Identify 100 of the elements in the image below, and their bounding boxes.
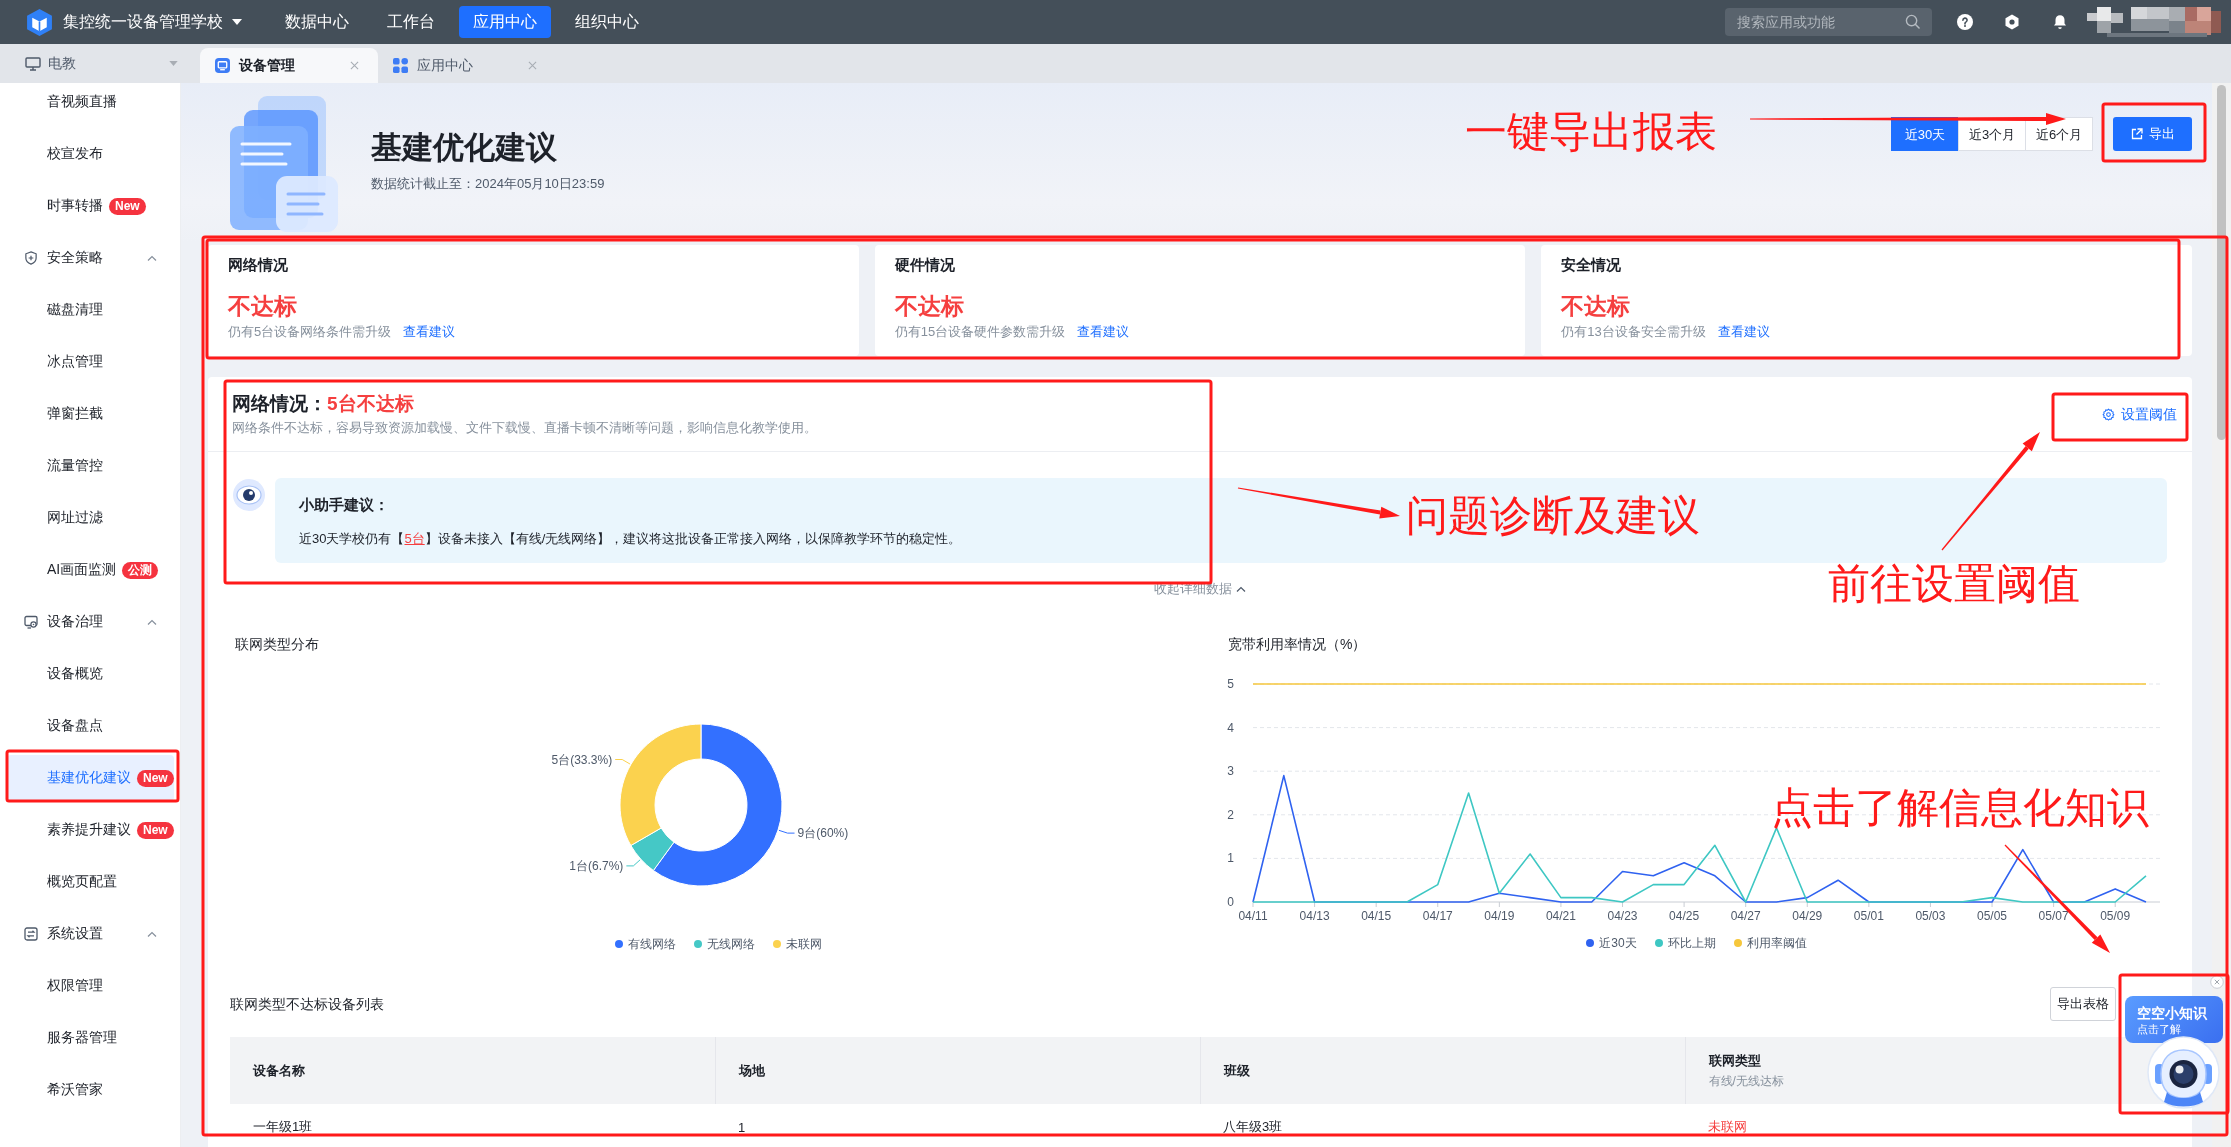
axis-label: 1 [1227, 851, 1234, 866]
section-title: 网络情况： [232, 393, 327, 414]
annotation-text: 点击了解信息化知识 [1771, 783, 2149, 833]
card-status: 不达标 [894, 292, 964, 320]
sidebar-item[interactable]: 服务器管理 [7, 1015, 174, 1061]
axis-label: 4 [1227, 720, 1234, 735]
export-table-button[interactable]: 导出表格 [2050, 987, 2116, 1021]
page-tab[interactable]: 应用中心 [378, 48, 556, 83]
monitor-icon [25, 56, 41, 71]
legend-label: 环比上期 [1667, 935, 1716, 952]
nav-tab[interactable]: 组织中心 [561, 6, 653, 38]
axis-label: 04/19 [1484, 909, 1515, 923]
view-advice-link[interactable]: 查看建议 [1077, 323, 1130, 341]
sidebar-item[interactable]: 素养提升建议 New [7, 807, 174, 853]
sidebar-item[interactable]: 音视频直播 [7, 83, 174, 125]
legend-label: 有线网络 [627, 936, 676, 953]
annotation-text: 问题诊断及建议 [1406, 491, 1700, 541]
table-cell: 八年级3班 [1200, 1104, 1685, 1147]
axis-label: 3 [1227, 764, 1234, 779]
sidebar-item[interactable]: 设备概览 [7, 651, 174, 697]
sidebar-item[interactable]: 网址过滤 [7, 495, 174, 541]
slice-label: 9台(60%) [797, 826, 849, 841]
legend-label: 无线网络 [706, 936, 755, 953]
grid-icon [393, 58, 408, 73]
sidebar-group[interactable]: 设备治理 [7, 599, 174, 645]
view-advice-link[interactable]: 查看建议 [403, 323, 456, 341]
bell-icon[interactable] [2052, 14, 2068, 30]
scrollbar-thumb[interactable] [2217, 85, 2226, 440]
sidebar-item[interactable]: 磁盘清理 [7, 287, 174, 333]
search-icon[interactable] [1905, 14, 1920, 29]
leader-line [778, 829, 796, 834]
axis-label: 05/05 [1977, 909, 2008, 923]
close-icon[interactable] [350, 61, 359, 70]
legend-label: 近30天 [1599, 935, 1637, 952]
data-cutoff-text: 数据统计截止至：2024年05月10日23:59 [371, 175, 605, 193]
axis-label: 05/01 [1853, 909, 1884, 923]
axis-label: 05/03 [1915, 909, 1946, 923]
card-status: 不达标 [228, 292, 297, 320]
transfer-icon [24, 927, 38, 941]
sidebar-item[interactable]: 冰点管理 [7, 339, 174, 385]
card-title: 硬件情况 [894, 255, 955, 275]
workspace-selector[interactable]: 电教 [0, 44, 200, 83]
card-title: 安全情况 [1561, 255, 1622, 275]
card-description: 仍有15台设备硬件参数需升级 [894, 323, 1066, 341]
help-icon[interactable] [1957, 14, 1973, 30]
sidebar-group[interactable]: 系统设置 [7, 911, 174, 957]
search-field[interactable]: 搜索应用或功能 [1725, 8, 1932, 36]
nav-tab[interactable]: 数据中心 [271, 6, 363, 38]
axis-label: 04/17 [1422, 909, 1453, 923]
axis-label: 5 [1227, 677, 1234, 691]
page-tab[interactable]: 设备管理 [200, 48, 378, 83]
card-title: 网络情况 [228, 255, 288, 275]
sidebar-item[interactable]: AI画面监测 公测 [7, 547, 174, 593]
tag-badge: New [109, 197, 146, 215]
annotation-text: 前往设置阈值 [1828, 559, 2080, 609]
chart-title: 联网类型分布 [235, 635, 319, 654]
sidebar-item[interactable]: 权限管理 [7, 963, 174, 1009]
leader-line [625, 859, 641, 867]
sidebar-item[interactable]: 弹窗拦截 [7, 391, 174, 437]
sidebar-item[interactable]: 设备盘点 [7, 703, 174, 749]
robot-icon[interactable] [2145, 1036, 2222, 1109]
sidebar-item[interactable]: 流量管控 [7, 443, 174, 489]
sidebar-group[interactable]: 安全策略 [7, 235, 174, 281]
axis-label: 04/23 [1607, 909, 1638, 923]
nav-tab[interactable]: 工作台 [373, 6, 449, 38]
sidebar-item[interactable]: 概览页配置 [7, 859, 174, 905]
caret-icon [232, 19, 242, 25]
column-header: 场地 [715, 1037, 1200, 1104]
axis-label: 04/29 [1792, 909, 1823, 923]
sidebar-item[interactable]: 希沃管家 [7, 1067, 174, 1113]
range-option[interactable]: 近6个月 [2025, 117, 2093, 151]
legend-label: 利用率阈值 [1746, 935, 1807, 952]
export-button[interactable]: 导出 [2113, 117, 2192, 151]
tag-badge: New [137, 821, 174, 839]
slice-label: 1台(6.7%) [569, 858, 624, 873]
axis-label: 2 [1227, 807, 1234, 822]
chart-title: 宽带利用率情况（%） [1228, 635, 1367, 654]
annotation-text: 一键导出报表 [1465, 107, 1717, 157]
range-option[interactable]: 近30天 [1891, 117, 1959, 151]
table-cell: 一年级1班 [230, 1104, 715, 1147]
tag-badge: New [137, 769, 174, 787]
column-header: 设备名称 [230, 1037, 715, 1104]
settings-icon[interactable] [2004, 14, 2020, 30]
axis-label: 04/21 [1545, 909, 1576, 923]
school-selector[interactable]: 集控统一设备管理学校 [63, 11, 242, 33]
axis-label: 0 [1227, 895, 1234, 909]
view-advice-link[interactable]: 查看建议 [1717, 323, 1770, 341]
close-icon[interactable] [2210, 975, 2224, 989]
shield-icon [24, 251, 38, 265]
axis-label: 04/11 [1238, 909, 1268, 923]
settings-link[interactable]: 设置阈值 [2102, 405, 2177, 424]
card-status: 不达标 [1561, 292, 1631, 320]
sidebar-item[interactable]: 时事转播 New [7, 183, 174, 229]
axis-label: 04/27 [1730, 909, 1761, 923]
card-description: 仍有5台设备网络条件需升级 [228, 323, 392, 341]
axis-label: 05/09 [2100, 909, 2131, 923]
nav-tab[interactable]: 应用中心 [459, 6, 551, 38]
sidebar-item[interactable]: 基建优化建议 New [7, 755, 174, 801]
axis-label: 04/13 [1299, 909, 1330, 923]
sidebar-item[interactable]: 校宣发布 [7, 131, 174, 177]
